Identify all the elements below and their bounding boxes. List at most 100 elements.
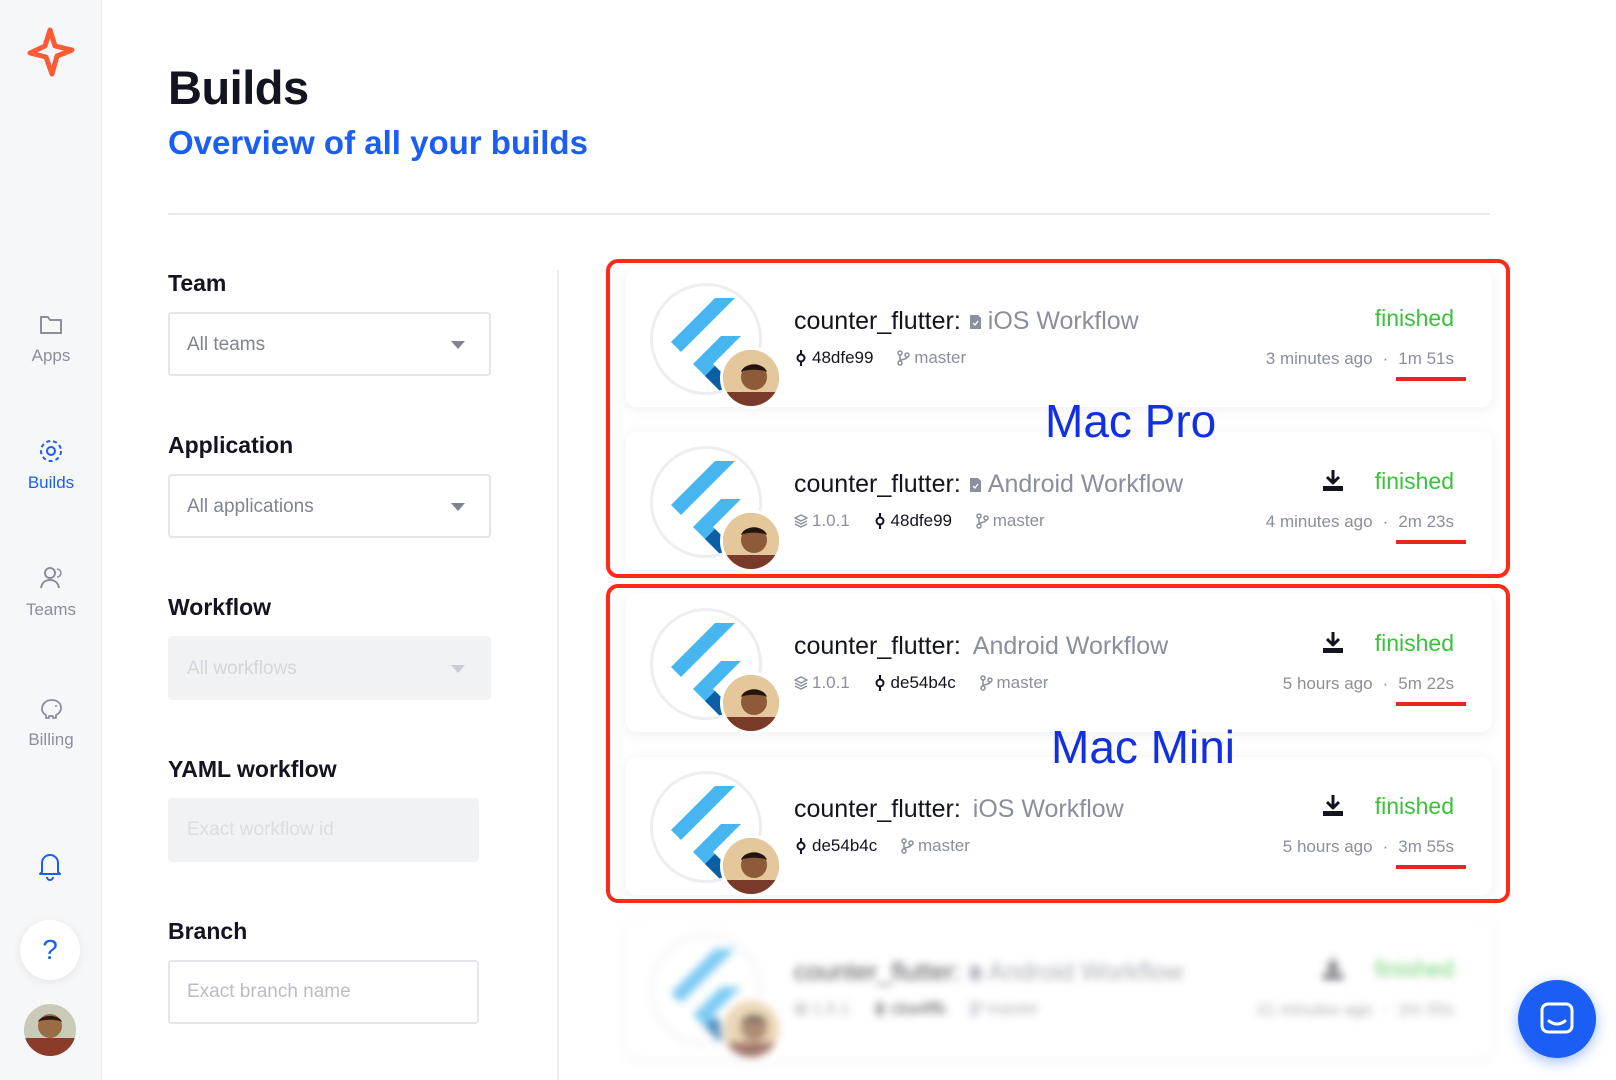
application-filter-label: Application — [168, 432, 294, 458]
build-title: counter_flutter: Android Workflow — [794, 958, 1183, 987]
build-time: 5 hours ago · 5m 22s — [1283, 674, 1454, 694]
build-started-ago: 5 hours ago — [1282, 674, 1373, 693]
build-app-name: counter_flutter: — [794, 632, 961, 660]
build-duration: 2m 23s — [1398, 512, 1454, 531]
commit-icon — [875, 512, 885, 529]
workflow-filter-label: Workflow — [168, 594, 272, 620]
build-duration: 1m 51s — [1398, 349, 1454, 368]
build-author-avatar — [720, 998, 782, 1060]
build-author-avatar — [720, 835, 782, 897]
yaml-workflow-input[interactable] — [168, 798, 479, 862]
sidebar-item-apps[interactable]: Apps — [0, 310, 102, 366]
user-avatar[interactable] — [24, 1004, 76, 1056]
build-title: counter_flutter: iOS Workflow — [794, 795, 1124, 824]
build-status: finished — [1374, 305, 1454, 331]
workflow-file-icon — [969, 966, 981, 980]
yaml-workflow-filter-label: YAML workflow — [168, 756, 337, 782]
avatar-photo-icon — [723, 675, 779, 731]
layers-icon — [794, 675, 808, 690]
download-icon[interactable] — [1322, 630, 1344, 654]
build-author-avatar — [720, 510, 782, 572]
separator-dot: · — [1382, 674, 1389, 693]
sidebar-item-billing[interactable]: Billing — [0, 694, 102, 750]
branch-icon — [975, 512, 989, 529]
avatar-photo-icon — [24, 1004, 76, 1056]
build-started-ago: 21 minutes ago — [1256, 1000, 1373, 1019]
layers-icon — [794, 513, 808, 528]
build-commit[interactable]: de54b4c — [812, 836, 877, 856]
notifications-bell-icon[interactable] — [36, 851, 64, 881]
build-commit[interactable]: de54b4c — [891, 673, 956, 693]
build-card[interactable]: counter_flutter: Android Workflow 1.0.1 4… — [626, 432, 1492, 572]
layers-icon — [794, 1001, 808, 1016]
build-status: finished — [1374, 956, 1454, 982]
annotation-underline — [1396, 865, 1466, 869]
build-card[interactable]: counter_flutter: iOS Workflow 48dfe99 mas… — [626, 269, 1492, 409]
separator-dot: · — [1382, 512, 1389, 531]
annotation-underline — [1396, 377, 1466, 381]
build-title: counter_flutter: iOS Workflow — [794, 307, 1139, 336]
application-select[interactable]: All applications — [168, 474, 491, 538]
build-title: counter_flutter: Android Workflow — [794, 470, 1183, 499]
branch-icon — [901, 837, 914, 854]
build-commit[interactable]: 48dfe99 — [891, 511, 952, 531]
annotation-underline — [1396, 540, 1466, 544]
build-branch: master — [992, 510, 1045, 530]
download-icon[interactable] — [1322, 468, 1344, 492]
download-icon[interactable] — [1322, 793, 1344, 817]
build-card[interactable]: counter_flutter: Android Workflow 1.0.1 c… — [626, 920, 1492, 1060]
application-select-value: All applications — [187, 496, 314, 517]
build-meta: de54b4c master — [794, 835, 970, 856]
branch-filter-label: Branch — [168, 918, 248, 944]
build-app-name: counter_flutter: — [794, 795, 961, 823]
annotation-underline — [1396, 702, 1466, 706]
branch-input[interactable] — [168, 960, 479, 1024]
branch-icon — [970, 1000, 983, 1017]
build-branch: master — [986, 998, 1039, 1018]
build-card[interactable]: counter_flutter: iOS Workflow de54b4c mas… — [626, 757, 1492, 897]
build-title: counter_flutter: Android Workflow — [794, 632, 1168, 661]
build-duration: 2m 55s — [1398, 1000, 1454, 1019]
folder-icon — [40, 316, 62, 334]
column-divider — [557, 270, 559, 1080]
build-commit[interactable]: 48dfe99 — [812, 348, 873, 368]
sidebar-item-teams[interactable]: Teams — [0, 564, 102, 620]
team-select[interactable]: All teams — [168, 312, 491, 376]
separator-dot: · — [1382, 349, 1389, 368]
build-author-avatar — [720, 672, 782, 734]
caret-down-icon — [451, 503, 465, 511]
sidebar-item-builds[interactable]: Builds — [0, 437, 102, 493]
build-commit[interactable]: cba4ffb — [891, 999, 946, 1019]
help-button[interactable]: ? — [20, 920, 80, 980]
build-app-name: counter_flutter: — [794, 470, 961, 498]
user-icon — [40, 567, 62, 589]
download-icon[interactable] — [1322, 956, 1344, 980]
page-title: Builds — [168, 61, 309, 114]
chat-support-button[interactable] — [1518, 980, 1596, 1058]
builds-gear-icon — [40, 440, 62, 462]
sidebar: Apps Builds Teams Billing ? — [0, 0, 102, 1080]
build-app-name: counter_flutter: — [794, 958, 961, 986]
avatar-photo-icon — [723, 1001, 779, 1057]
build-time: 5 hours ago · 3m 55s — [1283, 837, 1454, 857]
build-status: finished — [1374, 793, 1454, 819]
separator-dot: · — [1382, 1000, 1389, 1019]
team-filter-label: Team — [168, 270, 227, 296]
sidebar-item-label: Apps — [31, 346, 71, 365]
caret-down-icon — [451, 341, 465, 349]
build-workflow-name: Android Workflow — [972, 632, 1169, 660]
build-card[interactable]: counter_flutter: Android Workflow 1.0.1 d… — [626, 594, 1492, 734]
build-workflow-name: Android Workflow — [987, 470, 1184, 498]
build-duration: 5m 22s — [1398, 674, 1454, 693]
build-duration: 3m 55s — [1398, 837, 1454, 856]
build-version: 1.0.1 — [812, 510, 850, 530]
codemagic-logo-icon[interactable] — [24, 26, 76, 78]
app-root: Apps Builds Teams Billing ? Builds Overv… — [0, 0, 1616, 1080]
build-app-name: counter_flutter: — [794, 307, 961, 335]
build-branch: master — [917, 835, 970, 855]
build-meta: 1.0.1 cba4ffb master — [794, 998, 1039, 1019]
sidebar-item-label: Builds — [27, 473, 75, 492]
sidebar-item-label: Billing — [28, 730, 74, 749]
page-subtitle: Overview of all your builds — [168, 124, 588, 161]
avatar-photo-icon — [723, 513, 779, 569]
